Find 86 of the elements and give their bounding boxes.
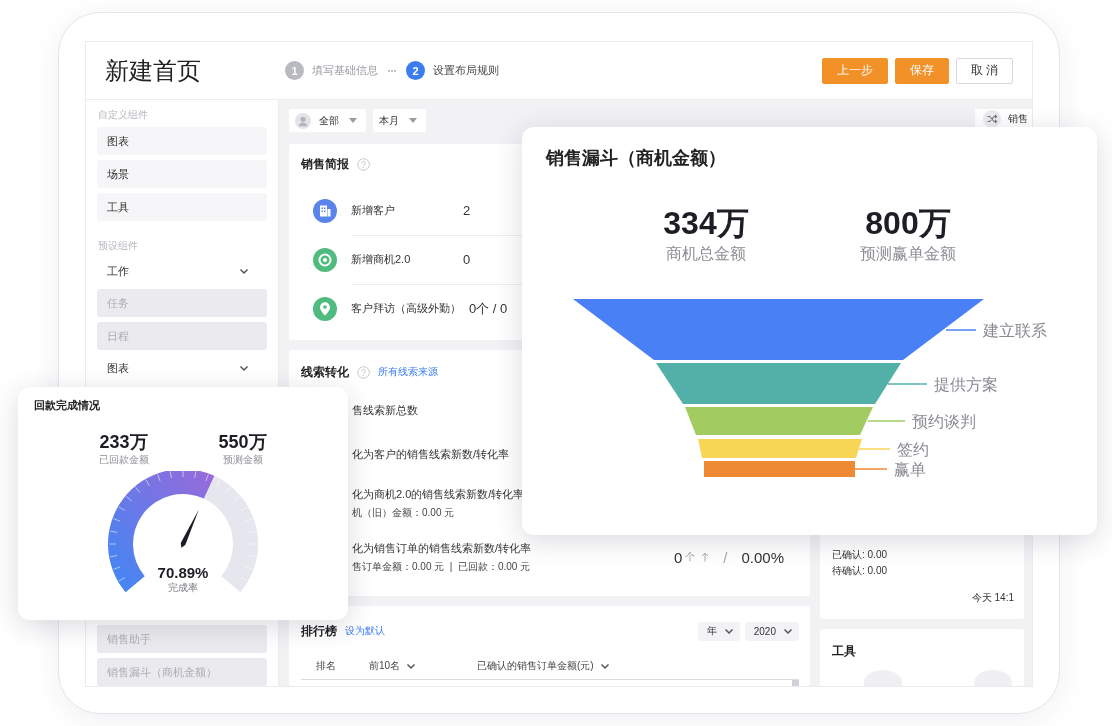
chevron-down-icon (723, 627, 734, 635)
stage-label: 签约 (897, 441, 929, 458)
select-field[interactable]: 年 (697, 621, 740, 641)
target-icon (313, 247, 337, 272)
card-title: 工具 (832, 643, 857, 659)
stage-label: 预约谈判 (912, 413, 976, 430)
chevron-down-icon[interactable] (239, 267, 249, 275)
filter-dropdown[interactable]: 本月 (373, 109, 426, 132)
sidebar-item[interactable]: 工具 (97, 193, 267, 221)
metric-detail: 机（旧）金额：0.00 元 (352, 505, 456, 520)
step-connector (388, 69, 396, 72)
summary-text: 已确认: 0.00 (832, 548, 889, 562)
stat-value: 0个 / 0 (469, 299, 508, 318)
metric-rate: 0.00% (741, 548, 784, 566)
stat-value: 2 (463, 202, 471, 218)
gauge-caption: 完成率 (168, 582, 198, 593)
stat-value: 233万 (99, 431, 148, 453)
stage-label: 赢单 (894, 461, 926, 478)
summary-text: 待确认: 0.00 (832, 564, 889, 578)
avatar-icon (295, 112, 311, 129)
page-title: 新建首页 (105, 55, 202, 86)
location-pin-icon (313, 296, 337, 321)
leader-line (858, 448, 891, 450)
section-title: 自定义组件 (98, 108, 149, 122)
leader-line (887, 383, 928, 385)
dropdown-label[interactable]: 全部 (319, 113, 341, 128)
stat-label: 商机总金额 (666, 244, 746, 264)
stat-value: 550万 (218, 431, 267, 453)
card-title: 线索转化 (301, 363, 349, 381)
leader-line (867, 420, 906, 422)
metric-label: 售线索新总数 (352, 402, 419, 418)
gauge-reading: 70.89% (157, 564, 209, 581)
stage-label: 建立联系 (983, 322, 1047, 339)
card-title: 回款完成情况 (33, 398, 101, 413)
section-title: 预设组件 (98, 239, 139, 253)
stat-label: 预测金额 (222, 453, 263, 466)
leader-line (945, 329, 977, 331)
column-header: 排名 (315, 659, 337, 673)
metric-label: 化为客户的销售线索新数/转化率 (352, 446, 511, 462)
set-default-link[interactable]: 设为默认 (345, 624, 385, 638)
stat-value: 0 (463, 251, 471, 267)
stat-label: 新增客户 (351, 202, 396, 218)
sidebar-item[interactable]: 场景 (97, 160, 267, 188)
column-header[interactable]: 已确认的销售订单金额(元) (477, 659, 594, 673)
stat-value: 334万 (663, 204, 749, 243)
metric-label: 化为销售订单的销售线索新数/转化率 (352, 540, 533, 556)
caret-icon (409, 118, 417, 123)
header-button[interactable]: 取 消 (955, 57, 1013, 84)
shuffle-icon (983, 109, 1001, 128)
group-label[interactable]: 图表 (107, 360, 129, 376)
card-title: 销售漏斗（商机金额） (544, 147, 727, 170)
step-label: 填写基础信息 (312, 63, 378, 78)
step-label: 设置布局规则 (433, 63, 499, 78)
group-label[interactable]: 工作 (107, 263, 129, 279)
arrow-up-icon (701, 552, 710, 562)
step-number: 1 (285, 61, 304, 80)
filter-dropdown[interactable]: 全部 (289, 109, 366, 132)
column-header[interactable]: 前10名 (369, 659, 401, 673)
select-field[interactable]: 2020 (744, 621, 799, 641)
help-icon (357, 365, 370, 379)
metric-count: 0 (673, 548, 683, 566)
stage-label: 提供方案 (934, 376, 998, 393)
unit-label: 个 (685, 550, 696, 564)
sidebar-item[interactable]: 图表 (97, 127, 267, 155)
step-number: 2 (406, 61, 425, 80)
leader-line (854, 468, 888, 470)
card-title: 排行榜 (301, 622, 337, 640)
chevron-down-icon (783, 627, 793, 635)
stat-value: 800万 (865, 204, 951, 243)
help-icon (357, 157, 370, 171)
stat-label: 客户拜访（高级外勤） (351, 301, 461, 316)
source-link[interactable]: 所有线索来源 (378, 365, 438, 379)
stat-label: 预测赢单金额 (860, 244, 956, 264)
card-title: 销售简报 (301, 155, 349, 173)
gauge-needle (180, 509, 199, 548)
timestamp: 今天 14:1 (971, 591, 1014, 605)
metric-label: 化为商机2.0的销售线索新数/转化率 (352, 486, 526, 502)
stat-label: 新增商机2.0 (351, 251, 412, 267)
stat-label: 已回款金额 (98, 453, 149, 466)
metric-detail: 售订单金额：0.00 元 | 已回款：0.00 元 (352, 559, 532, 574)
chevron-down-icon[interactable] (239, 364, 249, 372)
caret-icon (349, 118, 357, 123)
building-icon (313, 198, 337, 223)
scrollbar[interactable] (792, 680, 799, 686)
value-divider: / (723, 548, 728, 566)
dropdown-label[interactable]: 本月 (379, 113, 401, 128)
